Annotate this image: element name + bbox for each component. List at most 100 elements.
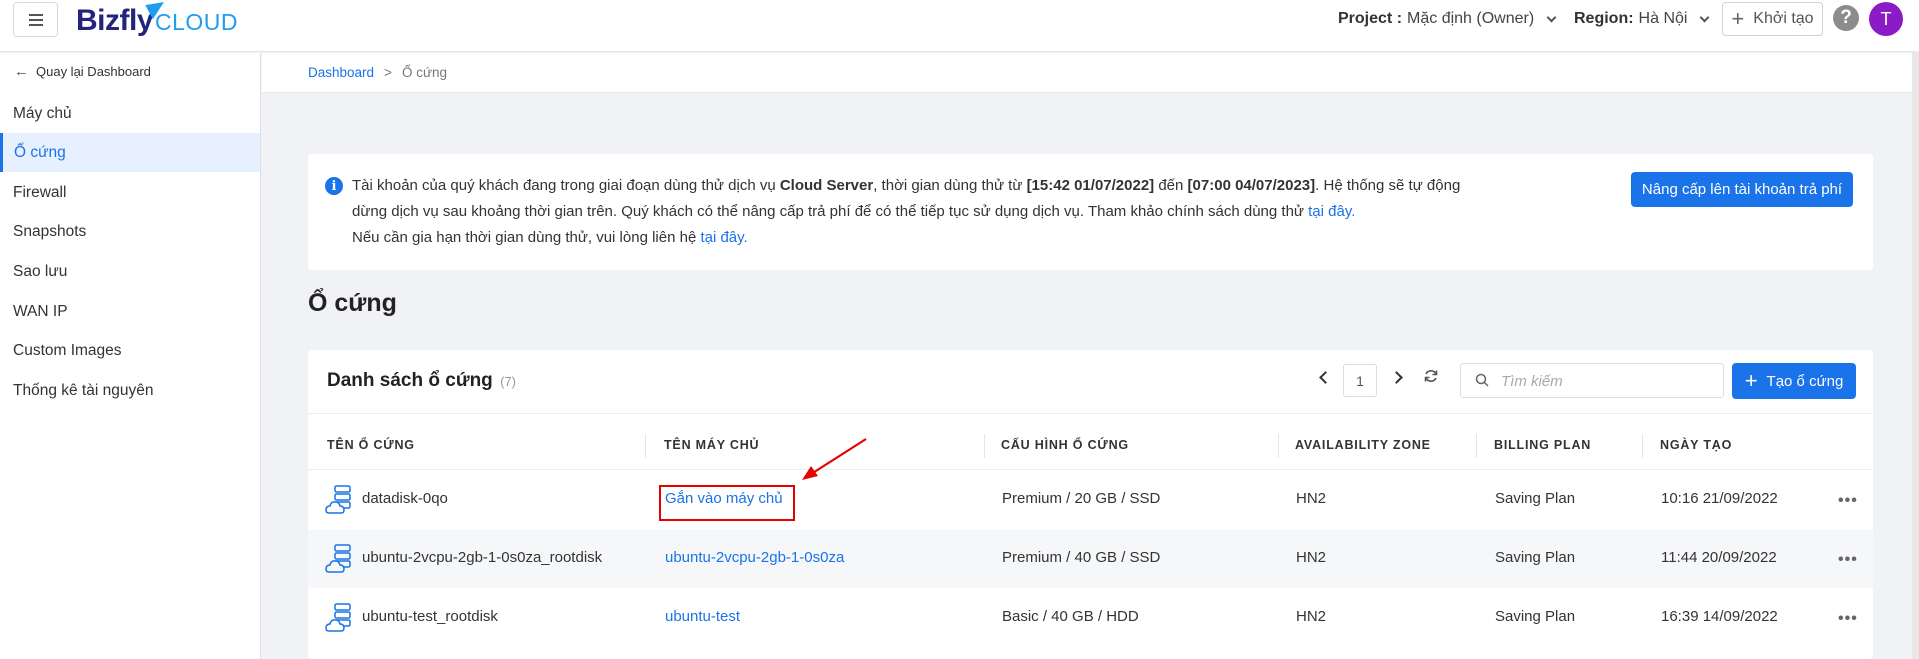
create-button[interactable]: + Khởi tạo (1722, 2, 1823, 36)
column-header-disk-name[interactable]: Tên ổ cứng (327, 438, 415, 452)
breadcrumb: Dashboard > Ổ cứng (262, 53, 1919, 93)
table-row[interactable]: ubuntu-test_rootdisk ubuntu-test Basic /… (308, 589, 1873, 647)
search-input[interactable] (1501, 371, 1711, 391)
sidebar-item-firewall[interactable]: Firewall (0, 173, 260, 212)
notice-text: Tài khoản của quý khách đang trong giai … (352, 173, 1502, 251)
logo-main: Bizfly (76, 4, 154, 37)
more-actions-icon[interactable]: ••• (1838, 492, 1858, 510)
sidebar-item-backup[interactable]: Sao lưu (0, 252, 260, 291)
sidebar-item-wan-ip[interactable]: WAN IP (0, 292, 260, 331)
chevron-right-icon[interactable] (1390, 371, 1403, 384)
menu-icon (28, 18, 43, 21)
sidebar-item-servers[interactable]: Máy chủ (0, 94, 260, 133)
project-selector[interactable]: Project : Mặc định (Owner) (1338, 9, 1557, 29)
trial-notice: i Tài khoản của quý khách đang trong gia… (308, 154, 1873, 270)
help-icon[interactable]: ? (1833, 5, 1859, 31)
billing-plan: Saving Plan (1495, 490, 1576, 507)
column-divider (984, 434, 985, 458)
notice-line1-b: , thời gian dùng thử từ (873, 177, 1027, 194)
created-date: 10:16 21/09/2022 (1661, 490, 1778, 507)
avatar[interactable]: T (1869, 2, 1903, 36)
availability-zone: HN2 (1296, 490, 1327, 507)
server-link[interactable]: ubuntu-test (665, 608, 740, 625)
table-row[interactable]: datadisk-0qo Gắn vào máy chủ Premium / 2… (308, 471, 1873, 529)
disk-name[interactable]: ubuntu-2vcpu-2gb-1-0s0za_rootdisk (362, 549, 602, 566)
card-title-text: Danh sách ổ cứng (327, 370, 493, 391)
card-title: Danh sách ổ cứng (7) (327, 370, 516, 392)
notice-line1-a: Tài khoản của quý khách đang trong giai … (352, 177, 780, 194)
annotation-highlight-box (659, 485, 795, 521)
page-scrollbar[interactable] (1912, 52, 1919, 659)
breadcrumb-current: Ổ cứng (401, 65, 447, 80)
region-value: Hà Nội (1638, 10, 1688, 27)
server-link[interactable]: ubuntu-2vcpu-2gb-1-0s0za (665, 549, 844, 566)
page-title: Ổ cứng (308, 289, 397, 317)
notice-line2: dừng dịch vụ sau khoảng thời gian trên. … (352, 203, 1309, 220)
cloud-disk-icon (325, 544, 351, 573)
plus-icon: + (1744, 368, 1758, 393)
table-header: Tên ổ cứng Tên máy chủ Cấu hình ổ cứng A… (308, 422, 1873, 470)
sidebar-item-custom-images[interactable]: Custom Images (0, 331, 260, 370)
create-disk-label: Tạo ổ cứng (1766, 372, 1844, 390)
column-divider (1278, 434, 1279, 458)
notice-start: [15:42 01/07/2022] (1026, 177, 1155, 194)
column-header-disk-config[interactable]: Cấu hình ổ cứng (1001, 438, 1129, 452)
project-value: Mặc định (Owner) (1407, 10, 1535, 27)
availability-zone: HN2 (1296, 608, 1327, 625)
search-box (1460, 363, 1724, 398)
region-label: Region: (1574, 10, 1634, 27)
card-header: Danh sách ổ cứng (7) 1 + Tạo ổ cứng (308, 350, 1873, 414)
contact-link[interactable]: tại đây. (700, 229, 747, 246)
plus-icon: + (1731, 6, 1745, 31)
disk-config: Basic / 40 GB / HDD (1002, 608, 1139, 625)
sidebar-item-snapshots[interactable]: Snapshots (0, 212, 260, 251)
billing-plan: Saving Plan (1495, 608, 1576, 625)
sidebar-item-resource-stats[interactable]: Thống kê tài nguyên (0, 371, 260, 410)
column-header-server-name[interactable]: Tên máy chủ (664, 438, 759, 452)
arrow-left-icon: ← (14, 63, 29, 80)
info-icon: i (325, 177, 343, 195)
created-date: 11:44 20/09/2022 (1661, 549, 1777, 566)
column-divider (1642, 434, 1643, 458)
created-date: 16:39 14/09/2022 (1661, 608, 1778, 625)
back-to-dashboard-link[interactable]: ← Quay lại Dashboard (14, 63, 151, 80)
create-label: Khởi tạo (1753, 10, 1814, 27)
bizfly-logo[interactable]: Bizfly CLOUD (76, 0, 239, 40)
chevron-left-icon[interactable] (1319, 371, 1332, 384)
annotation-arrow-icon (802, 438, 867, 480)
breadcrumb-dashboard-link[interactable]: Dashboard (308, 65, 374, 80)
notice-line1-c: đến (1154, 177, 1188, 194)
region-selector[interactable]: Region: Hà Nội (1574, 9, 1710, 29)
column-header-billing-plan[interactable]: Billing plan (1494, 438, 1591, 452)
chevron-down-icon (1546, 12, 1557, 22)
refresh-icon[interactable] (1423, 368, 1439, 384)
logo-sub: CLOUD (155, 9, 239, 35)
chevron-down-icon (1700, 12, 1710, 22)
disk-name[interactable]: ubuntu-test_rootdisk (362, 608, 498, 625)
availability-zone: HN2 (1296, 549, 1327, 566)
back-label: Quay lại Dashboard (36, 64, 151, 79)
cloud-disk-icon (325, 603, 351, 632)
sidebar: ← Quay lại Dashboard Máy chủ Ổ cứng Fire… (0, 53, 261, 659)
cloud-disk-icon (325, 485, 351, 514)
sidebar-item-disks[interactable]: Ổ cứng (0, 133, 260, 172)
more-actions-icon[interactable]: ••• (1838, 551, 1858, 569)
table-row[interactable]: ubuntu-2vcpu-2gb-1-0s0za_rootdisk ubuntu… (308, 530, 1873, 588)
column-header-availability-zone[interactable]: Availability zone (1295, 438, 1431, 452)
more-actions-icon[interactable]: ••• (1838, 610, 1858, 628)
hamburger-menu-button[interactable] (13, 2, 58, 37)
upgrade-account-button[interactable]: Nâng cấp lên tài khoản trả phí (1631, 172, 1853, 207)
trial-policy-link[interactable]: tại đây. (1308, 203, 1355, 220)
create-disk-button[interactable]: + Tạo ổ cứng (1732, 363, 1856, 399)
search-icon (1475, 373, 1489, 387)
disk-config: Premium / 40 GB / SSD (1002, 549, 1161, 566)
column-divider (645, 434, 646, 458)
notice-line3: Nếu cần gia hạn thời gian dùng thử, vui … (352, 229, 701, 246)
top-header: Bizfly CLOUD Project : Mặc định (Owner) … (0, 0, 1919, 52)
column-divider (1476, 434, 1477, 458)
page-number[interactable]: 1 (1343, 364, 1377, 397)
disk-name[interactable]: datadisk-0qo (362, 490, 448, 507)
breadcrumb-separator: > (384, 65, 392, 80)
column-header-created-date[interactable]: Ngày tạo (1660, 438, 1732, 452)
project-label: Project : (1338, 10, 1403, 27)
